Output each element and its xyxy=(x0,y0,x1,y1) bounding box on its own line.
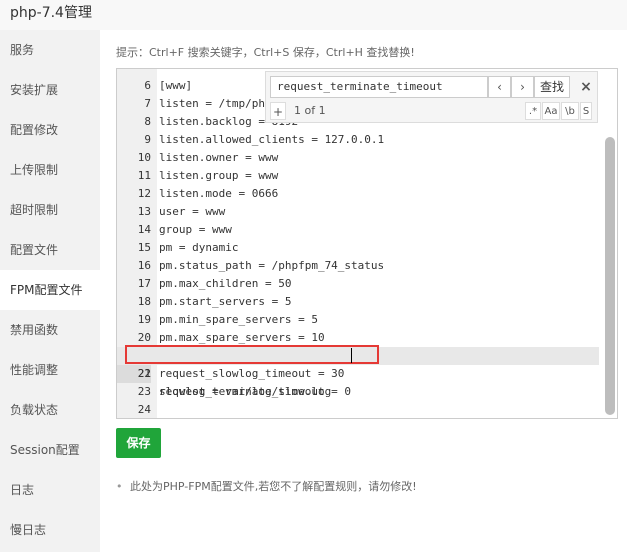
code-line-current[interactable]: 21 request_terminate_timeout = 0 xyxy=(117,345,599,398)
line-number: 14 xyxy=(137,223,151,236)
sidebar: 服务 安装扩展 配置修改 上传限制 超时限制 配置文件 FPM配置文件 禁用函数… xyxy=(0,30,100,552)
sidebar-item-performance-tuning[interactable]: 性能调整 xyxy=(0,350,100,390)
code-line[interactable]: 24 xyxy=(117,401,599,418)
line-number: 11 xyxy=(137,169,151,182)
sidebar-item-install-extensions[interactable]: 安装扩展 xyxy=(0,70,100,110)
line-number: 13 xyxy=(137,205,151,218)
whole-word-toggle[interactable]: \b xyxy=(561,102,579,120)
code-line[interactable]: 14 group = www xyxy=(117,221,599,239)
code-line[interactable]: 17 pm.max_children = 50 xyxy=(117,275,599,293)
hint-text: 提示：Ctrl+F 搜索关键字，Ctrl+S 保存，Ctrl+H 查找替换! xyxy=(116,46,415,59)
find-button[interactable]: 查找 xyxy=(534,76,570,98)
text-cursor xyxy=(351,348,352,363)
line-text[interactable]: group = www xyxy=(159,221,232,239)
line-text[interactable]: pm = dynamic xyxy=(159,239,238,257)
line-text[interactable]: request_slowlog_timeout = 30 xyxy=(159,365,344,383)
editor-scrollbar[interactable] xyxy=(605,137,615,415)
annotation-highlight-box xyxy=(125,345,379,364)
line-number: 17 xyxy=(137,277,151,290)
sidebar-item-load-status[interactable]: 负载状态 xyxy=(0,390,100,430)
line-text[interactable]: listen.mode = 0666 xyxy=(159,185,278,203)
line-number: 12 xyxy=(137,187,151,200)
line-number: 22 xyxy=(137,367,151,380)
sidebar-item-fpm-config-file[interactable]: FPM配置文件 xyxy=(0,270,100,310)
line-text[interactable]: pm.min_spare_servers = 5 xyxy=(159,311,318,329)
code-editor[interactable]: 6 [www] 7 listen = /tmp/php-cgi-74.sock 8l… xyxy=(116,68,618,419)
code-line[interactable]: 19 pm.min_spare_servers = 5 xyxy=(117,311,599,329)
code-line[interactable]: 12 listen.mode = 0666 xyxy=(117,185,599,203)
code-line[interactable]: 22 request_slowlog_timeout = 30 xyxy=(117,365,599,383)
sidebar-item-upload-limit[interactable]: 上传限制 xyxy=(0,150,100,190)
save-button[interactable]: 保存 xyxy=(116,428,161,458)
code-line[interactable]: 13 user = www xyxy=(117,203,599,221)
sidebar-item-config-file[interactable]: 配置文件 xyxy=(0,230,100,270)
window-title: php-7.4管理 xyxy=(10,5,92,21)
bullet-icon: • xyxy=(116,480,123,493)
chevron-right-icon[interactable]: › xyxy=(511,76,534,98)
code-line[interactable]: 11 listen.group = www xyxy=(117,167,599,185)
sidebar-item-slow-log[interactable]: 慢日志 xyxy=(0,510,100,550)
line-number: 6 xyxy=(144,79,151,92)
sidebar-item-disabled-functions[interactable]: 禁用函数 xyxy=(0,310,100,350)
line-text[interactable]: slowlog = var/log/slow.log xyxy=(159,383,331,401)
line-number: 24 xyxy=(137,403,151,416)
sidebar-item-log[interactable]: 日志 xyxy=(0,470,100,510)
chevron-left-icon[interactable]: ‹ xyxy=(488,76,511,98)
warning-note-text: 此处为PHP-FPM配置文件,若您不了解配置规则，请勿修改! xyxy=(130,480,417,493)
line-text[interactable]: pm.status_path = /phpfpm_74_status xyxy=(159,257,384,275)
editor-lines[interactable]: 6 [www] 7 listen = /tmp/php-cgi-74.sock 8l… xyxy=(117,77,599,418)
search-in-selection-toggle[interactable]: S xyxy=(580,102,592,120)
code-line[interactable]: 15 pm = dynamic xyxy=(117,239,599,257)
line-number: 23 xyxy=(137,385,151,398)
code-line[interactable]: 16 pm.status_path = /phpfpm_74_status xyxy=(117,257,599,275)
code-line[interactable]: 18 pm.start_servers = 5 xyxy=(117,293,599,311)
line-number: 10 xyxy=(137,151,151,164)
code-line[interactable]: 23 slowlog = var/log/slow.log xyxy=(117,383,599,401)
line-number: 8 xyxy=(144,115,151,128)
line-number: 15 xyxy=(137,241,151,254)
search-input[interactable]: request_terminate_timeout xyxy=(270,76,488,98)
line-text[interactable]: pm.start_servers = 5 xyxy=(159,293,291,311)
line-text[interactable]: listen.group = www xyxy=(159,167,278,185)
search-panel: request_terminate_timeout ‹ › 查找 × + 1 o… xyxy=(265,71,598,123)
line-text[interactable]: listen.allowed_clients = 127.0.0.1 xyxy=(159,131,384,149)
regex-toggle[interactable]: .* xyxy=(525,102,541,120)
case-sensitive-toggle[interactable]: Aa xyxy=(542,102,560,120)
code-line[interactable]: 9 listen.allowed_clients = 127.0.0.1 xyxy=(117,131,599,149)
line-text[interactable]: pm.max_children = 50 xyxy=(159,275,291,293)
line-text[interactable]: listen.owner = www xyxy=(159,149,278,167)
window-titlebar: php-7.4管理 xyxy=(0,0,627,30)
sidebar-item-config-edit[interactable]: 配置修改 xyxy=(0,110,100,150)
line-text[interactable]: [www] xyxy=(159,77,192,95)
warning-note: • 此处为PHP-FPM配置文件,若您不了解配置规则，请勿修改! xyxy=(116,478,417,494)
toggle-replace-button[interactable]: + xyxy=(270,102,286,120)
sidebar-item-timeout-limit[interactable]: 超时限制 xyxy=(0,190,100,230)
sidebar-item-session-config[interactable]: Session配置 xyxy=(0,430,100,470)
close-icon[interactable]: × xyxy=(578,76,594,98)
line-number: 18 xyxy=(137,295,151,308)
line-number: 19 xyxy=(137,313,151,326)
line-number: 16 xyxy=(137,259,151,272)
line-text[interactable]: user = www xyxy=(159,203,225,221)
line-number: 9 xyxy=(144,133,151,146)
line-number: 7 xyxy=(144,97,151,110)
sidebar-item-service[interactable]: 服务 xyxy=(0,30,100,70)
match-count: 1 of 1 xyxy=(294,104,326,117)
code-line[interactable]: 10 listen.owner = www xyxy=(117,149,599,167)
